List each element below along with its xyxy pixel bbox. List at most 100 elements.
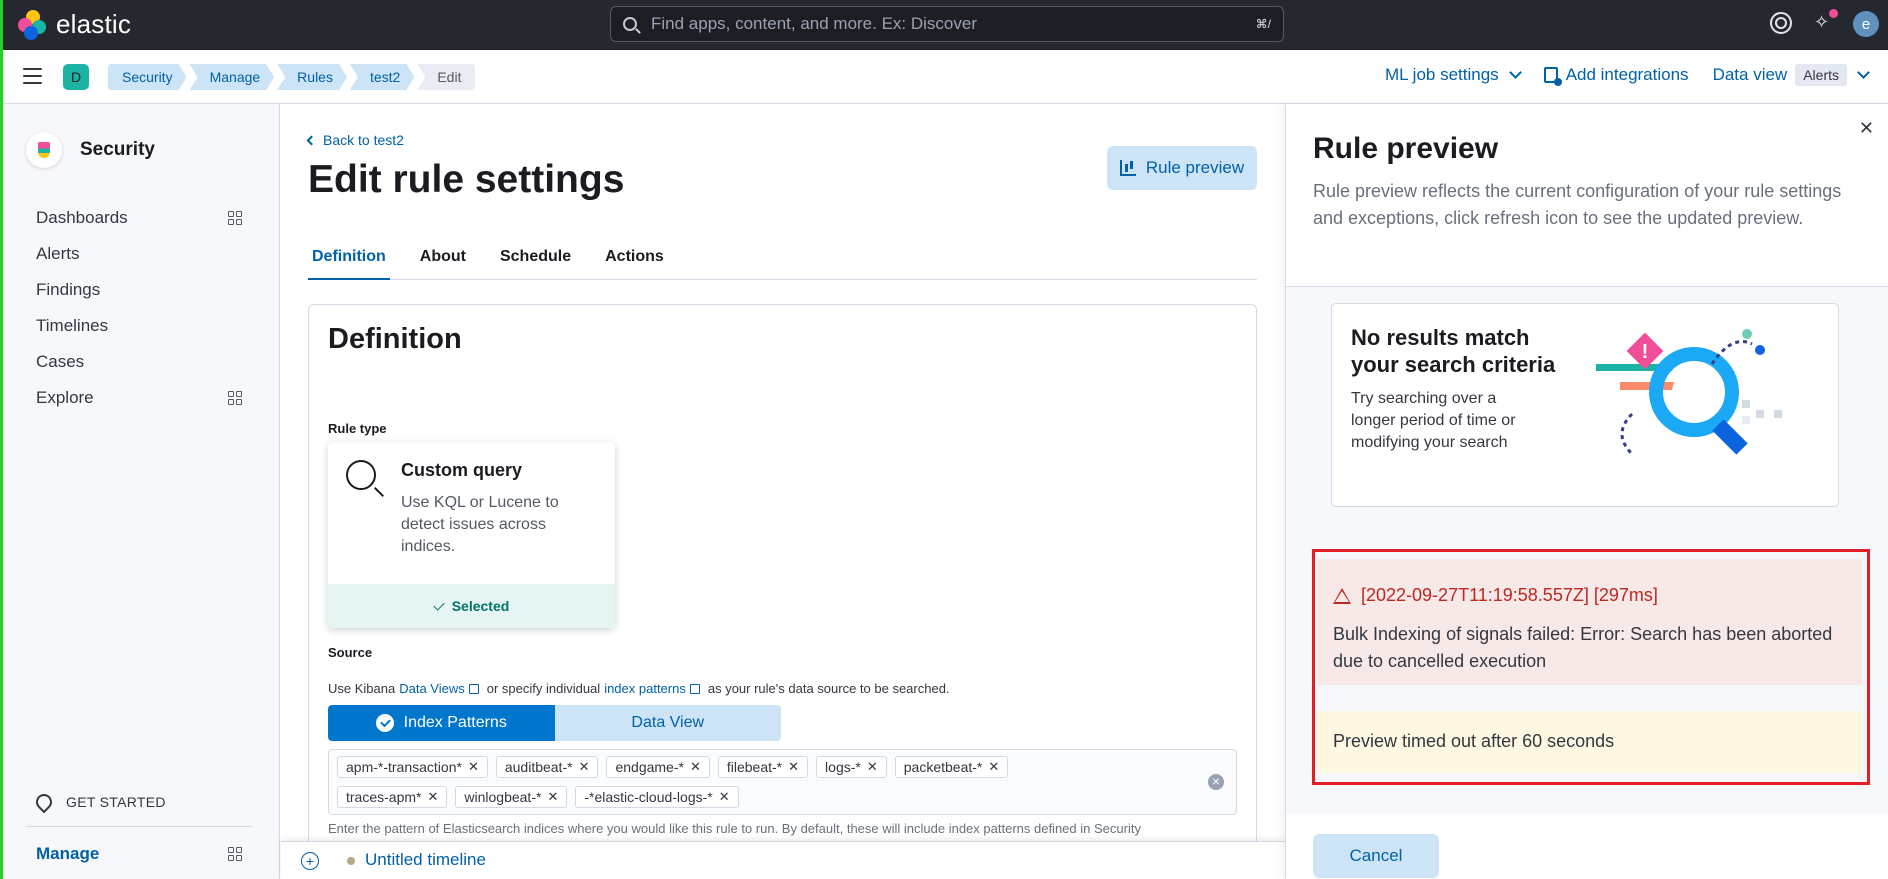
tab-actions[interactable]: Actions [601,240,668,280]
cancel-button[interactable]: Cancel [1313,834,1439,878]
tab-schedule[interactable]: Schedule [496,240,575,280]
svg-text:!: ! [1642,341,1649,363]
check-icon [433,598,445,611]
index-patterns-combobox[interactable]: apm-*-transaction* ✕ auditbeat-* ✕ endgame… [328,749,1237,815]
rocket-icon [32,790,56,814]
apps-grid-icon[interactable] [228,847,242,861]
rule-preview-button[interactable]: Rule preview [1107,146,1257,190]
breadcrumb-manage[interactable]: Manage [190,64,275,90]
help-text: or specify individual [486,681,601,696]
index-pattern-pill: endgame-* ✕ [606,756,710,778]
global-search-input[interactable]: Find apps, content, and more. Ex: Discov… [610,6,1284,42]
index-patterns-toggle[interactable]: Index Patterns [328,705,555,741]
index-patterns-link[interactable]: index patterns [604,681,686,696]
pill-label: logs-* [825,759,861,775]
pill-label: auditbeat-* [504,759,573,775]
no-results-illustration: ! [1596,329,1782,456]
breadcrumb-security[interactable]: Security [108,64,187,90]
breadcrumb-rules[interactable]: Rules [277,64,347,90]
elastic-logo-icon [18,9,48,40]
sidebar-item-alerts[interactable]: Alerts [36,236,242,272]
apps-grid-icon[interactable] [228,391,242,405]
data-view-value: Alerts [1795,64,1847,86]
remove-icon[interactable]: ✕ [690,759,701,775]
source-help-text: Use Kibana Data Views or specify individ… [328,681,950,696]
index-pattern-pill: filebeat-* ✕ [717,756,809,778]
remove-icon[interactable]: ✕ [427,789,438,805]
remove-icon[interactable]: ✕ [468,759,479,775]
sidebar-item-cases[interactable]: Cases [36,344,242,380]
remove-icon[interactable]: ✕ [788,759,799,775]
security-solution-title[interactable]: Security [26,132,155,168]
chevron-left-icon [306,135,317,145]
help-text: Use Kibana [328,681,396,696]
sidebar-item-dashboards[interactable]: Dashboards [36,200,242,236]
back-link[interactable]: Back to test2 [306,132,404,148]
pill-label: traces-apm* [346,789,422,805]
add-integrations-label: Add integrations [1565,65,1689,84]
rule-type-selected[interactable]: Selected [328,584,615,628]
remove-icon[interactable]: ✕ [988,759,999,775]
chevron-down-icon [1857,66,1870,79]
index-help-text: Enter the pattern of Elasticsearch indic… [328,821,1141,836]
data-views-link[interactable]: Data Views [399,681,465,696]
sidebar-item-label: Explore [36,388,94,407]
index-pattern-pill: winlogbeat-* ✕ [455,786,568,808]
index-pattern-pill: -*elastic-cloud-logs-* ✕ [575,786,739,808]
tab-about[interactable]: About [416,240,470,280]
source-label: Source [328,645,373,660]
remove-icon[interactable]: ✕ [547,789,558,805]
sidebar-item-label: Dashboards [36,208,128,227]
sidebar-item-manage[interactable]: Manage [36,844,242,864]
header-actions: ML job settings Add integrations Data vi… [1384,64,1870,86]
selected-label: Selected [451,598,510,614]
index-pattern-pill: traces-apm* ✕ [337,786,448,808]
search-shortcut: ⌘/ [1255,17,1271,31]
breadcrumb-test2[interactable]: test2 [350,64,414,90]
search-icon [623,17,637,31]
add-integrations-link[interactable]: Add integrations [1543,65,1689,86]
user-avatar[interactable]: e [1853,11,1879,37]
flyout-title: Rule preview [1313,132,1499,165]
ml-job-settings-label: ML job settings [1384,65,1499,84]
sidebar-item-explore[interactable]: Explore [36,380,242,416]
index-pattern-pill: logs-* ✕ [816,756,887,778]
sidebar-item-timelines[interactable]: Timelines [36,308,242,344]
section-title: Definition [328,323,462,355]
timeline-status-dot [347,857,355,865]
data-view-toggle[interactable]: Data View [554,705,781,741]
remove-icon[interactable]: ✕ [579,759,590,775]
timeline-title[interactable]: Untitled timeline [365,850,486,870]
data-view-picker[interactable]: Data view Alerts [1713,64,1870,86]
get-started-link[interactable]: GET STARTED [32,790,166,814]
rule-type-card[interactable]: Custom query Use KQL or Lucene to detect… [328,442,615,628]
tab-definition[interactable]: Definition [308,240,390,280]
global-header: elastic Find apps, content, and more. Ex… [0,0,1888,50]
pill-row: apm-*-transaction* ✕ auditbeat-* ✕ endgame… [337,756,1009,778]
page-title: Edit rule settings [308,158,625,201]
get-started-label: GET STARTED [66,794,166,810]
ml-job-settings-button[interactable]: ML job settings [1384,65,1522,85]
source-toggle: Index Patterns Data View [328,705,781,741]
index-pattern-pill: packetbeat-* ✕ [894,756,1009,778]
remove-icon[interactable]: ✕ [719,789,730,805]
breadcrumb: Security Manage Rules test2 Edit [108,64,478,90]
space-selector[interactable]: D [63,64,89,90]
clear-icon[interactable]: ✕ [1208,774,1224,790]
remove-icon[interactable]: ✕ [867,759,878,775]
pill-label: apm-*-transaction* [346,759,462,775]
definition-panel: Definition Rule type Custom query Use KQ… [308,304,1257,879]
pill-label: filebeat-* [726,759,783,775]
apps-grid-icon[interactable] [228,211,242,225]
help-icon[interactable] [1770,12,1792,34]
add-timeline-icon[interactable]: + [301,852,319,870]
rule-preview-label: Rule preview [1145,158,1245,177]
empty-description: Try searching over a longer period of ti… [1351,390,1516,451]
elastic-logo[interactable]: elastic [18,9,131,40]
index-pattern-pill: auditbeat-* ✕ [495,756,599,778]
close-icon[interactable]: ✕ [1859,118,1874,139]
pill-row: traces-apm* ✕ winlogbeat-* ✕ -*elastic-clo… [337,786,739,808]
rule-type-name: Custom query [401,460,523,480]
menu-toggle-icon[interactable] [23,68,42,84]
sidebar-item-findings[interactable]: Findings [36,272,242,308]
